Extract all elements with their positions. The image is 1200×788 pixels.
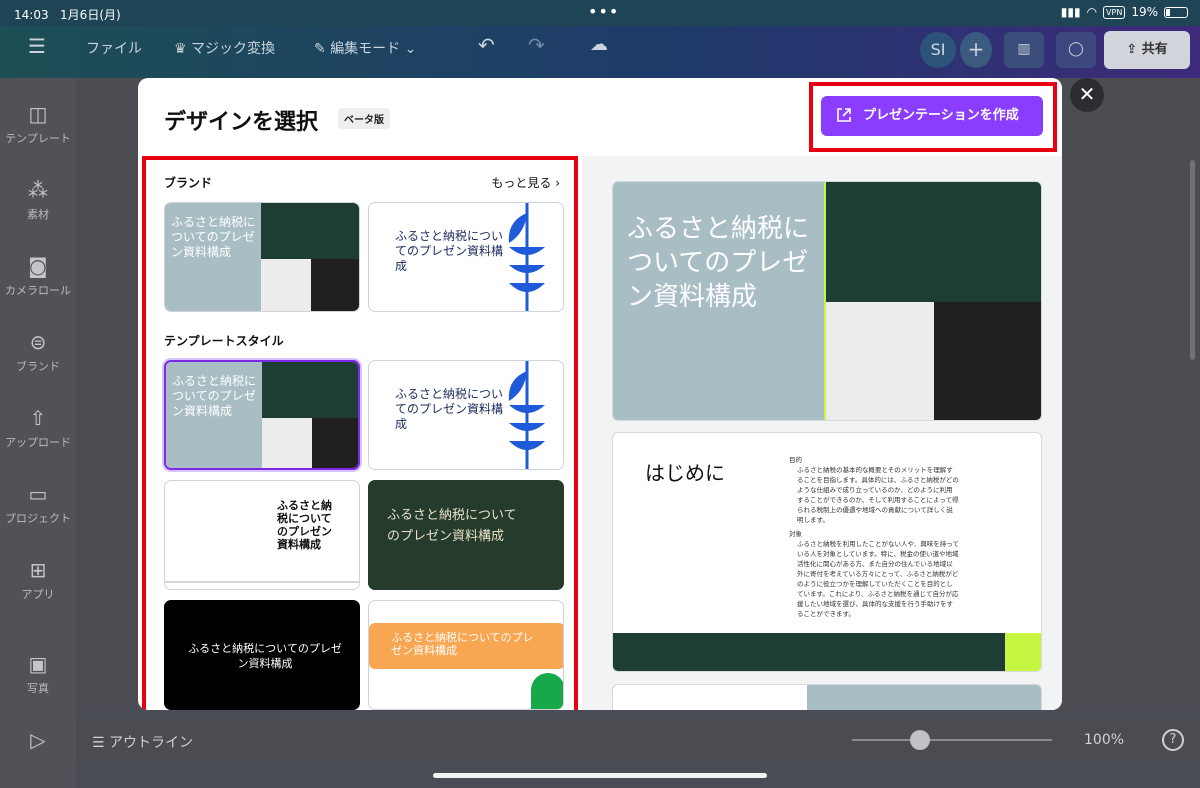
preview-panel: ふるさと納税についてのプレゼン資料構成 はじめに 目的 ふるさと納税の基本的な概… xyxy=(582,156,1062,710)
battery-percent: 19% xyxy=(1131,5,1158,19)
status-time: 14:03 1月6日(月) xyxy=(14,8,121,22)
help-icon[interactable]: ? xyxy=(1162,729,1184,751)
scrollbar[interactable] xyxy=(1190,160,1195,360)
sidebar-item-photo[interactable]: ▣ 写真 xyxy=(0,652,76,696)
edit-mode-dropdown[interactable]: ✎ 編集モード ⌄ xyxy=(314,38,416,58)
close-dialog-button[interactable]: ✕ xyxy=(1070,78,1104,112)
thumb-title: ふるさと納税についてのプレゼン資料構成 xyxy=(395,229,504,273)
vpn-badge: VPN xyxy=(1103,5,1126,19)
sidebar-item-camera-roll[interactable]: ◙ カメラロール xyxy=(0,254,76,298)
thumb-title: ふるさと納税についてのプレゼン資料構成 xyxy=(387,508,517,544)
dialog-title: デザインを選択 xyxy=(164,110,319,135)
intro-body: 目的 ふるさと納税の基本的な概要とそのメリットを理解することを目指します。具体的… xyxy=(789,456,959,618)
brand-icon: ⊜ xyxy=(29,330,47,354)
thumb-title: ふるさと納税についてのプレゼン資料構成 xyxy=(395,387,504,431)
thumb-title: ふるさと納税についてのプレゼン資料構成 xyxy=(172,374,257,418)
sidebar-item-project[interactable]: ▭ プロジェクト xyxy=(0,482,76,526)
sidebar-item-template[interactable]: ◫ テンプレート xyxy=(0,102,76,146)
thumb-title: ふるさと納税についてのプレゼン資料構成 xyxy=(277,499,332,551)
add-collaborator-button[interactable]: + xyxy=(960,32,992,68)
cloud-saved-icon[interactable]: ☁ xyxy=(590,34,608,55)
editor-toolbar: ☰ ファイル ♛ マジック変換 ✎ 編集モード ⌄ ↶ ↷ ☁ SI + ▥ ◯… xyxy=(0,26,1200,78)
sidebar-item-video[interactable]: ▷ xyxy=(0,728,76,756)
camera-icon: ◙ xyxy=(28,254,48,278)
template-style-green-selected[interactable]: ふるさと納税についてのプレゼン資料構成 xyxy=(164,360,360,470)
template-style-heading: テンプレートスタイル xyxy=(164,334,284,348)
wifi-icon: ◠ xyxy=(1086,5,1098,19)
sidebar-item-elements[interactable]: ⁂ 素材 xyxy=(0,178,76,222)
thumb-title: ふるさと納税についてのプレゼン資料構成 xyxy=(391,631,534,657)
style-options-panel: ブランド もっと見る › ふるさと納税についてのプレゼン資料構成 ふるさと納税に… xyxy=(150,164,570,710)
zoom-slider[interactable] xyxy=(852,739,1052,741)
zoom-level: 100% xyxy=(1084,732,1125,748)
brand-heading: ブランド xyxy=(164,176,213,190)
template-icon: ◫ xyxy=(28,102,48,126)
preview-slide-title[interactable]: ふるさと納税についてのプレゼン資料構成 xyxy=(612,181,1042,421)
template-style-dark-green[interactable]: ふるさと納税についてのプレゼン資料構成 xyxy=(368,480,564,590)
file-menu[interactable]: ファイル xyxy=(86,38,142,58)
brand-style-green[interactable]: ふるさと納税についてのプレゼン資料構成 xyxy=(164,202,360,312)
outline-button[interactable]: ☰ アウトライン xyxy=(92,732,193,752)
status-right: ▮▮▮ ◠ VPN 19% xyxy=(1061,5,1188,19)
external-link-icon xyxy=(837,108,851,122)
green-shape xyxy=(531,673,563,709)
see-more-link[interactable]: もっと見る › xyxy=(491,174,560,191)
preview-slide-intro[interactable]: はじめに 目的 ふるさと納税の基本的な概要とそのメリットを理解することを目指しま… xyxy=(612,432,1042,672)
template-style-blue[interactable]: ふるさと納税についてのプレゼン資料構成 xyxy=(368,360,564,470)
share-button[interactable]: ⇪ 共有 xyxy=(1104,31,1190,69)
close-icon: ✕ xyxy=(1078,82,1096,106)
beta-badge: ベータ版 xyxy=(338,108,390,129)
comment-icon[interactable]: ◯ xyxy=(1056,32,1096,68)
create-presentation-button[interactable]: プレゼンテーションを作成 xyxy=(821,96,1043,136)
sidebar-item-apps[interactable]: ⊞ アプリ xyxy=(0,558,76,602)
brand-style-blue[interactable]: ふるさと納税についてのプレゼン資料構成 xyxy=(368,202,564,312)
video-icon: ▷ xyxy=(30,728,46,752)
bottom-bar: ☰ アウトライン 100% ? xyxy=(76,718,1200,764)
magic-switch-button[interactable]: ♛ マジック変換 xyxy=(174,38,275,58)
folder-icon: ▭ xyxy=(28,482,48,506)
sidebar-item-brand[interactable]: ⊜ ブランド xyxy=(0,330,76,374)
design-select-dialog: デザインを選択 ベータ版 プレゼンテーションを作成 ブランド もっと見る › ふ… xyxy=(138,78,1062,710)
photo-icon: ▣ xyxy=(28,652,48,676)
template-style-black[interactable]: ふるさと納税についてのプレゼン資料構成 xyxy=(164,600,360,710)
zoom-slider-knob[interactable] xyxy=(910,730,930,750)
preview-slide-next[interactable] xyxy=(612,684,1042,710)
status-bar: 14:03 1月6日(月) ••• ▮▮▮ ◠ VPN 19% xyxy=(0,0,1200,26)
avatar[interactable]: SI xyxy=(920,32,956,68)
template-style-orange[interactable]: ふるさと納税についてのプレゼン資料構成 xyxy=(368,600,564,710)
multitask-dots[interactable]: ••• xyxy=(588,2,619,21)
home-indicator xyxy=(433,773,767,778)
signal-icon: ▮▮▮ xyxy=(1060,5,1081,19)
insights-icon[interactable]: ▥ xyxy=(1004,32,1044,68)
redo-icon[interactable]: ↷ xyxy=(528,33,545,57)
thumb-title: ふるさと納税についてのプレゼン資料構成 xyxy=(171,215,256,259)
apps-icon: ⊞ xyxy=(29,558,47,582)
elements-icon: ⁂ xyxy=(28,178,48,202)
left-sidebar: ◫ テンプレート ⁂ 素材 ◙ カメラロール ⊜ ブランド ⇧ アップロード ▭ プロジェク… xyxy=(0,78,76,788)
template-style-white[interactable]: ふるさと納税についてのプレゼン資料構成 xyxy=(164,480,360,590)
thumb-title: ふるさと納税についてのプレゼン資料構成 xyxy=(188,642,342,670)
sidebar-item-upload[interactable]: ⇧ アップロード xyxy=(0,406,76,450)
leaf-graphic xyxy=(508,361,545,469)
upload-icon: ⇧ xyxy=(29,406,47,430)
menu-icon[interactable]: ☰ xyxy=(28,34,46,58)
preview-title: ふるさと納税についてのプレゼン資料構成 xyxy=(627,214,810,312)
battery-icon xyxy=(1164,6,1188,18)
intro-heading: はじめに xyxy=(645,461,725,485)
leaf-graphic xyxy=(508,203,545,311)
undo-icon[interactable]: ↶ xyxy=(478,33,495,57)
create-button-highlight: プレゼンテーションを作成 xyxy=(809,82,1057,152)
